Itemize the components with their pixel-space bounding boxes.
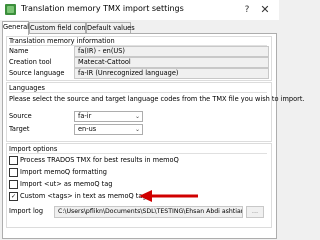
divider xyxy=(9,92,267,93)
custom-tags-checkbox[interactable]: ✓ xyxy=(9,192,18,201)
help-button[interactable]: ? xyxy=(240,3,254,17)
target-label: Target xyxy=(9,125,30,133)
import-ut-label: Import <ut> as memoQ tag xyxy=(20,180,113,188)
target-select-value: en-us xyxy=(78,125,97,133)
import-memoq-formatting-checkbox[interactable] xyxy=(9,168,18,177)
chevron-down-icon: ⌄ xyxy=(134,113,140,120)
process-trados-label: Process TRADOS TMX for best results in m… xyxy=(20,156,179,164)
import-log-path: C:\Users\pflikn\Documents\SDL\TESTING\Eh… xyxy=(54,206,243,218)
browse-button[interactable]: ... xyxy=(246,206,264,218)
tm-info-title: Translation memory information xyxy=(9,37,115,45)
tab-general[interactable]: General xyxy=(2,21,29,35)
creation-tool-label: Creation tool xyxy=(9,58,52,66)
name-value: fa(IR) - en(US) xyxy=(74,46,269,57)
source-select-value: fa-ir xyxy=(78,112,92,120)
source-label: Source xyxy=(9,112,32,120)
source-select[interactable]: fa-ir ⌄ xyxy=(74,111,143,122)
window-title: Translation memory TMX import settings xyxy=(21,4,184,13)
chevron-down-icon: ⌄ xyxy=(134,126,140,133)
import-memoq-formatting-label: Import memoQ formatting xyxy=(20,168,107,176)
red-arrow-icon xyxy=(139,190,198,202)
languages-description: Please select the source and target lang… xyxy=(9,95,305,103)
close-button[interactable]: ✕ xyxy=(258,3,272,17)
languages-title: Languages xyxy=(9,84,45,92)
import-options-title: Import options xyxy=(9,145,58,153)
target-select[interactable]: en-us ⌄ xyxy=(74,124,143,135)
source-language-label: Source language xyxy=(9,69,65,77)
custom-tags-label: Custom <tags> in text as memoQ tags xyxy=(20,192,151,200)
divider xyxy=(9,153,267,154)
import-ut-checkbox[interactable] xyxy=(9,180,18,189)
creation-tool-value: Matecat-Cattool xyxy=(74,57,269,68)
source-language-value: fa-IR (Unrecognized language) xyxy=(74,68,269,79)
app-icon xyxy=(5,4,16,15)
process-trados-checkbox[interactable] xyxy=(9,156,18,165)
import-log-label: Import log xyxy=(9,207,44,215)
name-label: Name xyxy=(9,47,29,55)
